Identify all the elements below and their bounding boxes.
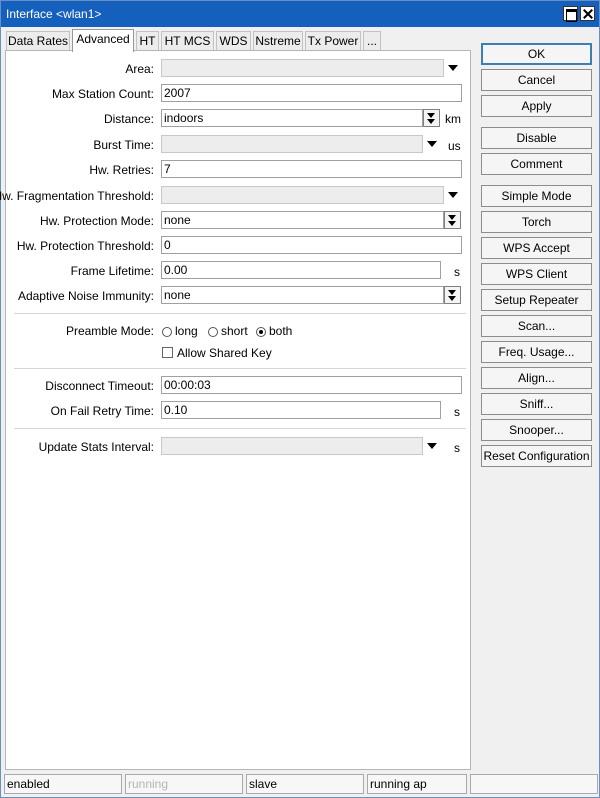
on-fail-retry-time-unit: s xyxy=(454,405,460,419)
hw-frag-threshold-label: Hw. Fragmentation Threshold: xyxy=(0,189,154,203)
tab-advanced[interactable]: Advanced xyxy=(72,29,134,52)
reset-configuration-button[interactable]: Reset Configuration xyxy=(481,445,592,467)
frame-lifetime-label: Frame Lifetime: xyxy=(70,264,154,278)
update-stats-interval-field[interactable] xyxy=(161,437,423,455)
allow-shared-key-label[interactable]: Allow Shared Key xyxy=(177,346,272,360)
area-label: Area: xyxy=(125,62,154,76)
tab-nstreme[interactable]: Nstreme xyxy=(253,31,303,51)
scan-button[interactable]: Scan... xyxy=(481,315,592,337)
status-bar: enabled running slave running ap xyxy=(4,774,598,795)
hw-protection-mode-updown-icon[interactable] xyxy=(444,211,461,229)
frame-lifetime-unit: s xyxy=(454,265,460,279)
max-station-count-input[interactable]: 2007 xyxy=(161,84,462,102)
wps-accept-button[interactable]: WPS Accept xyxy=(481,237,592,259)
maximize-icon[interactable] xyxy=(563,6,578,22)
on-fail-retry-time-label: On Fail Retry Time: xyxy=(50,404,154,418)
hw-frag-threshold-dropdown-icon[interactable] xyxy=(448,192,458,198)
divider xyxy=(14,368,466,369)
torch-button[interactable]: Torch xyxy=(481,211,592,233)
hw-retries-label: Hw. Retries: xyxy=(89,163,154,177)
adaptive-noise-immunity-label: Adaptive Noise Immunity: xyxy=(17,289,154,303)
wps-client-button[interactable]: WPS Client xyxy=(481,263,592,285)
burst-time-unit: us xyxy=(448,139,461,153)
hw-protection-threshold-label: Hw. Protection Threshold: xyxy=(16,239,154,253)
area-dropdown-icon[interactable] xyxy=(448,65,458,71)
hw-frag-threshold-field[interactable] xyxy=(161,186,444,204)
on-fail-retry-time-input[interactable]: 0.10 xyxy=(161,401,441,419)
snooper-button[interactable]: Snooper... xyxy=(481,419,592,441)
status-enabled: enabled xyxy=(4,774,122,794)
burst-time-field[interactable] xyxy=(161,135,423,153)
max-station-count-label: Max Station Count: xyxy=(51,87,154,101)
simple-mode-button[interactable]: Simple Mode xyxy=(481,185,592,207)
burst-time-label: Burst Time: xyxy=(93,138,154,152)
frame-lifetime-input[interactable]: 0.00 xyxy=(161,261,441,279)
disconnect-timeout-input[interactable]: 00:00:03 xyxy=(161,376,462,394)
update-stats-interval-unit: s xyxy=(454,441,460,455)
distance-updown-icon[interactable] xyxy=(423,109,440,127)
preamble-short-radio[interactable] xyxy=(208,327,218,337)
preamble-short-label[interactable]: short xyxy=(221,324,248,338)
hw-protection-mode-label: Hw. Protection Mode: xyxy=(39,214,154,228)
preamble-mode-label: Preamble Mode: xyxy=(65,324,154,338)
cancel-button[interactable]: Cancel xyxy=(481,69,592,91)
window-title: Interface <wlan1> xyxy=(6,7,102,21)
tab-data-rates[interactable]: Data Rates xyxy=(6,31,70,51)
ok-button[interactable]: OK xyxy=(481,43,592,65)
preamble-both-label[interactable]: both xyxy=(269,324,292,338)
tab-ht-mcs[interactable]: HT MCS xyxy=(161,31,214,51)
close-icon[interactable] xyxy=(580,6,595,21)
apply-button[interactable]: Apply xyxy=(481,95,592,117)
advanced-panel: Area: Max Station Count: 2007 Distance: … xyxy=(0,50,471,770)
preamble-both-radio[interactable] xyxy=(256,327,266,337)
status-running-ap: running ap xyxy=(367,774,467,794)
tab-more[interactable]: ... xyxy=(363,31,381,51)
preamble-long-radio[interactable] xyxy=(162,327,172,337)
tab-ht[interactable]: HT xyxy=(136,31,159,51)
distance-label: Distance: xyxy=(103,112,154,126)
update-stats-interval-dropdown-icon[interactable] xyxy=(427,443,437,449)
disable-button[interactable]: Disable xyxy=(481,127,592,149)
setup-repeater-button[interactable]: Setup Repeater xyxy=(481,289,592,311)
adaptive-noise-immunity-updown-icon[interactable] xyxy=(444,286,461,304)
divider xyxy=(14,313,466,314)
burst-time-dropdown-icon[interactable] xyxy=(427,141,437,147)
distance-unit: km xyxy=(445,112,461,126)
preamble-long-label[interactable]: long xyxy=(175,324,198,338)
area-field[interactable] xyxy=(161,59,444,77)
tab-wds[interactable]: WDS xyxy=(216,31,251,51)
update-stats-interval-label: Update Stats Interval: xyxy=(38,440,154,454)
status-running: running xyxy=(125,774,243,794)
align-button[interactable]: Align... xyxy=(481,367,592,389)
disconnect-timeout-label: Disconnect Timeout: xyxy=(45,379,154,393)
adaptive-noise-immunity-select[interactable]: none xyxy=(161,286,444,304)
interface-window: Interface <wlan1> Data Rates Advanced HT… xyxy=(0,0,600,798)
sniff-button[interactable]: Sniff... xyxy=(481,393,592,415)
allow-shared-key-checkbox[interactable] xyxy=(162,347,173,358)
status-extra xyxy=(470,774,598,794)
status-slave: slave xyxy=(246,774,364,794)
title-bar[interactable]: Interface <wlan1> xyxy=(1,1,599,27)
hw-protection-threshold-input[interactable]: 0 xyxy=(161,236,462,254)
divider xyxy=(14,428,466,429)
hw-protection-mode-select[interactable]: none xyxy=(161,211,444,229)
hw-retries-input[interactable]: 7 xyxy=(161,160,462,178)
freq-usage-button[interactable]: Freq. Usage... xyxy=(481,341,592,363)
tab-tx-power[interactable]: Tx Power xyxy=(305,31,361,51)
comment-button[interactable]: Comment xyxy=(481,153,592,175)
distance-input[interactable]: indoors xyxy=(161,109,423,127)
